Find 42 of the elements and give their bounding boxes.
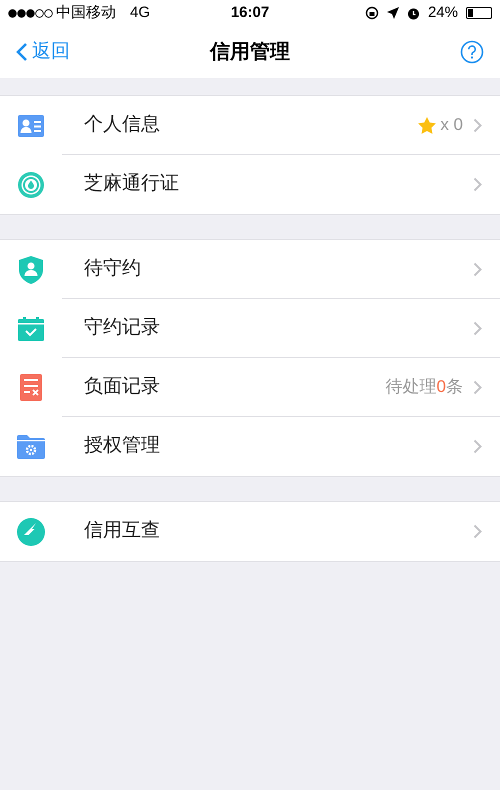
chevron-right-icon <box>473 262 482 276</box>
battery-icon <box>466 7 492 19</box>
menu-row[interactable]: 授权管理 <box>0 417 500 476</box>
shield-person-icon <box>19 256 43 284</box>
menu-label: 待守约 <box>84 256 142 281</box>
carrier-name: 中国移动 <box>56 2 116 23</box>
menu-label: 负面记录 <box>84 374 161 399</box>
chevron-right-icon <box>473 118 482 132</box>
chevron-right-icon <box>473 439 482 454</box>
menu-row[interactable]: 信用互查 <box>0 502 500 561</box>
menu-label: 芝麻通行证 <box>84 172 180 196</box>
folder-gear-icon <box>17 434 45 458</box>
menu-label: 个人信息 <box>84 112 161 137</box>
chevron-right-icon <box>473 524 482 539</box>
menu-row[interactable]: 负面记录 待处理0条 <box>0 358 500 417</box>
contact-card-icon <box>18 114 44 136</box>
signal-icon <box>8 8 54 18</box>
menu-label: 信用互查 <box>84 519 161 544</box>
calendar-check-icon <box>18 316 44 340</box>
document-cross-icon <box>20 374 42 401</box>
back-chevron-icon <box>16 42 28 62</box>
alarm-clock-icon <box>406 6 420 20</box>
star-count: x 0 <box>440 114 463 136</box>
chevron-right-icon <box>473 320 482 336</box>
menu-row[interactable]: 待守约 <box>0 240 500 299</box>
star-icon <box>418 116 436 134</box>
chevron-right-icon <box>473 177 482 192</box>
page-title: 信用管理 <box>210 40 290 65</box>
help-icon[interactable] <box>460 40 484 64</box>
location-arrow-icon <box>386 7 399 19</box>
network-type: 4G <box>130 2 150 23</box>
menu-label: 守约记录 <box>84 316 161 340</box>
menu-row[interactable]: 芝麻通行证 <box>0 155 500 214</box>
menu-row[interactable]: 个人信息 x 0 <box>0 96 500 155</box>
clock: 16:07 <box>230 2 270 23</box>
menu-label: 授权管理 <box>84 434 161 458</box>
rotation-lock-icon <box>364 6 379 20</box>
pending-count: 待处理0条 <box>386 376 463 398</box>
battery-percent: 24% <box>428 2 458 23</box>
drop-ring-icon <box>17 170 45 198</box>
menu-row[interactable]: 守约记录 <box>0 299 500 358</box>
chevron-right-icon <box>473 380 482 394</box>
